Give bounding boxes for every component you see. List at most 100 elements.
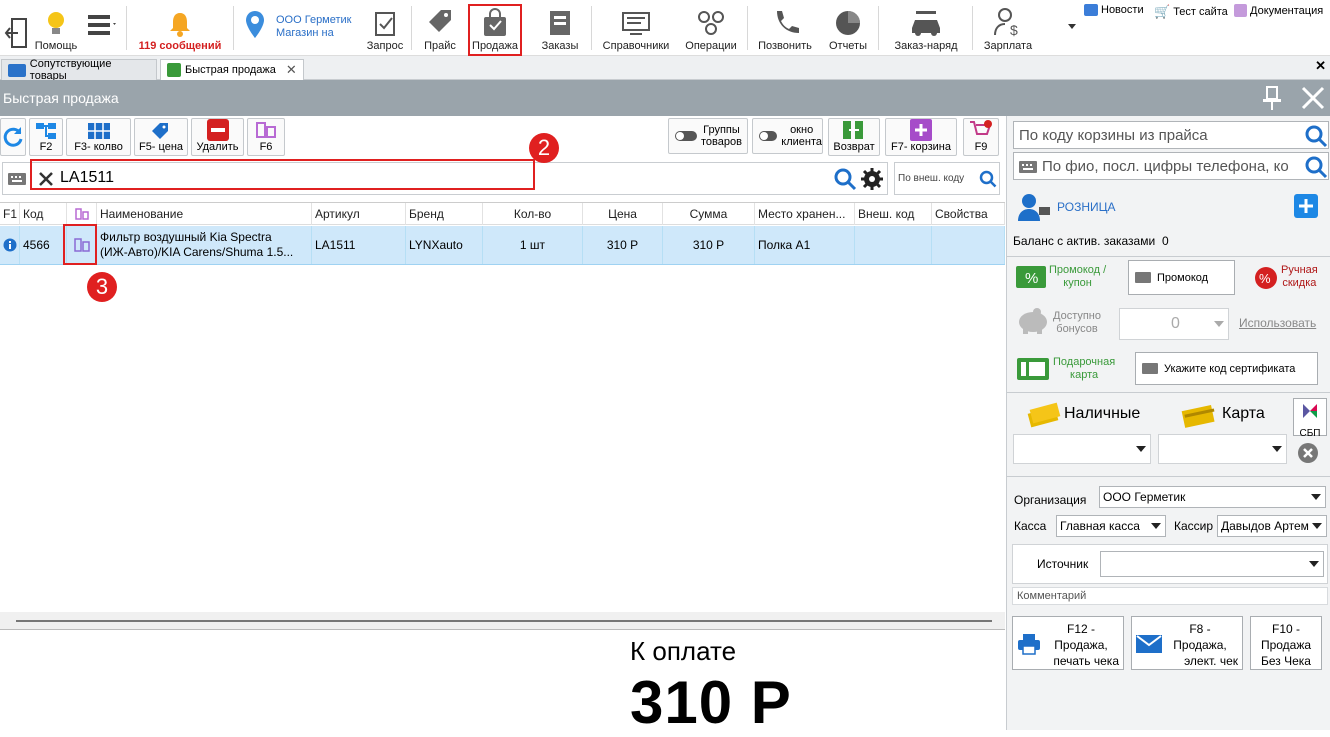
col-f1[interactable]: F1 — [0, 203, 20, 225]
ext-search-icon[interactable] — [979, 170, 997, 188]
use-bonus-link[interactable]: Использовать — [1239, 316, 1316, 330]
certificate-code-button[interactable]: Укажите код сертификата — [1135, 352, 1318, 385]
notifications-button[interactable]: 119 сообщений — [132, 0, 228, 56]
cash-amount-select[interactable] — [1013, 434, 1151, 464]
keyboard-icon[interactable] — [1018, 160, 1038, 174]
references-button[interactable]: Справочники — [598, 0, 674, 56]
f10-sale-no-receipt-button[interactable]: F10 - Продажа Без Чека — [1250, 616, 1322, 670]
tab-related-goods[interactable]: Сопутствующие товары — [1, 58, 157, 82]
cash-label[interactable]: Наличные — [1064, 405, 1140, 423]
f8-sale-email-button[interactable]: F8 - Продажа, элект. чек — [1131, 616, 1243, 670]
close-tab-icon[interactable]: ✕ — [286, 62, 297, 78]
f7-cart-button[interactable]: F7- корзина — [885, 118, 957, 156]
card-label[interactable]: Карта — [1222, 405, 1265, 423]
news-label: Новости — [1101, 4, 1144, 16]
col-props[interactable]: Свойства — [932, 203, 1005, 225]
return-button[interactable]: Возврат — [828, 118, 880, 156]
col-ext-code[interactable]: Внеш. код — [855, 203, 932, 225]
reports-button[interactable]: Отчеты — [824, 0, 872, 56]
price-button[interactable]: Прайс — [418, 0, 462, 56]
price-label: Прайс — [424, 40, 456, 52]
manual-discount-button[interactable]: Ручная скидка — [1281, 264, 1318, 290]
f6-button[interactable]: F6 — [247, 118, 285, 156]
svg-text:%: % — [1025, 270, 1038, 287]
test-site-link[interactable]: 🛒 Тест сайта — [1154, 4, 1228, 20]
pin-icon[interactable] — [1258, 84, 1286, 112]
operations-button[interactable]: Операции — [680, 0, 742, 56]
gift-label-1: Подарочная — [1053, 356, 1116, 368]
client-search-input[interactable]: По фио, посл. цифры телефона, ко — [1013, 152, 1329, 180]
col-location[interactable]: Место хранен... — [755, 203, 855, 225]
gift-card-label: Подарочная карта — [1053, 356, 1115, 382]
f2-button[interactable]: F2 — [29, 118, 63, 156]
bonus-select[interactable]: 0 — [1119, 308, 1229, 340]
cash-icon — [1027, 402, 1061, 428]
add-client-icon[interactable] — [1294, 194, 1318, 218]
delete-button[interactable]: Удалить — [191, 118, 244, 156]
f9-button[interactable]: F9 — [963, 118, 999, 156]
groups-toggle[interactable]: Группы товаров — [668, 118, 748, 154]
table-row[interactable]: 4566 Фильтр воздушный Kia Spectra (ИЖ-Ав… — [0, 226, 1005, 265]
col-name[interactable]: Наименование — [97, 203, 312, 225]
exit-button[interactable] — [2, 0, 32, 56]
col-code[interactable]: Код — [20, 203, 67, 225]
work-order-button[interactable]: Заказ-наряд — [886, 0, 966, 56]
client-label-2: клиента — [781, 136, 822, 148]
cart-code-input[interactable]: По коду корзины из прайса — [1013, 121, 1329, 149]
sbp-button[interactable]: СБП — [1293, 398, 1327, 439]
col-price[interactable]: Цена — [583, 203, 663, 225]
certificate-button-label: Укажите код сертификата — [1164, 362, 1296, 375]
user-dollar-icon: $ — [994, 8, 1018, 38]
menu-button[interactable] — [84, 0, 120, 56]
balance-value: 0 — [1162, 234, 1169, 248]
f5-price-button[interactable]: F5- цена — [134, 118, 188, 156]
gear-icon[interactable] — [860, 167, 884, 191]
help-button[interactable]: Помощь — [34, 0, 78, 56]
close-all-tabs-icon[interactable]: ✕ — [1315, 58, 1326, 74]
f8-label-3: элект. чек — [1184, 654, 1238, 668]
tab-quick-sale[interactable]: Быстрая продажа ✕ — [160, 59, 304, 80]
f12-sale-print-button[interactable]: F12 - Продажа, печать чека — [1012, 616, 1124, 670]
bonus-label-1: Доступно — [1053, 310, 1102, 322]
salary-button[interactable]: $ Зарплата — [978, 0, 1038, 56]
col-brand[interactable]: Бренд — [406, 203, 483, 225]
company-selector[interactable]: ООО Герметик Магазин на — [276, 14, 352, 40]
orders-button[interactable]: Заказы — [536, 0, 584, 56]
col-related[interactable] — [67, 203, 97, 225]
col-qty[interactable]: Кол-во — [483, 203, 583, 225]
name-line-1: Фильтр воздушный Kia Spectra — [100, 230, 272, 244]
kassa-select[interactable]: Главная касса — [1056, 515, 1166, 537]
cell-props — [932, 226, 1005, 264]
cart-search-icon[interactable] — [1304, 124, 1328, 148]
client-window-toggle[interactable]: окно клиента — [752, 118, 823, 154]
call-button[interactable]: Позвонить — [754, 0, 816, 56]
card-amount-select[interactable] — [1158, 434, 1287, 464]
client-type[interactable]: РОЗНИЦА — [1057, 200, 1116, 214]
cell-qty[interactable]: 1 шт — [483, 226, 583, 264]
f3-quantity-button[interactable]: F3- колво — [66, 118, 131, 156]
cell-price[interactable]: 310 Р — [583, 226, 663, 264]
docs-link[interactable]: Документация — [1234, 4, 1323, 17]
client-search-icon[interactable] — [1304, 155, 1328, 179]
source-select[interactable] — [1100, 551, 1324, 577]
news-link[interactable]: Новости — [1084, 4, 1144, 16]
more-dropdown-arrow-icon[interactable] — [1068, 24, 1076, 29]
book-icon — [8, 63, 26, 77]
comment-field[interactable]: Комментарий — [1012, 587, 1328, 605]
scrollbar-thumb[interactable] — [16, 620, 992, 622]
keyboard-icon[interactable] — [7, 171, 27, 187]
cell-location: Полка А1 — [755, 226, 855, 264]
refresh-button[interactable] — [0, 118, 26, 156]
close-window-icon[interactable] — [1300, 85, 1326, 111]
search-icon[interactable] — [833, 167, 857, 191]
ext-code-search[interactable]: По внеш. коду — [894, 162, 1000, 195]
cashier-select[interactable]: Давыдов Артем — [1217, 515, 1327, 537]
request-button[interactable]: Запрос — [364, 0, 406, 56]
org-select[interactable]: ООО Герметик — [1099, 486, 1326, 508]
col-article[interactable]: Артикул — [312, 203, 406, 225]
col-sum[interactable]: Сумма — [663, 203, 755, 225]
row-info-icon[interactable] — [0, 226, 20, 264]
promo-code-button[interactable]: Промокод — [1128, 260, 1235, 295]
clear-payment-icon[interactable] — [1297, 442, 1319, 464]
horizontal-scrollbar[interactable] — [0, 612, 1005, 630]
